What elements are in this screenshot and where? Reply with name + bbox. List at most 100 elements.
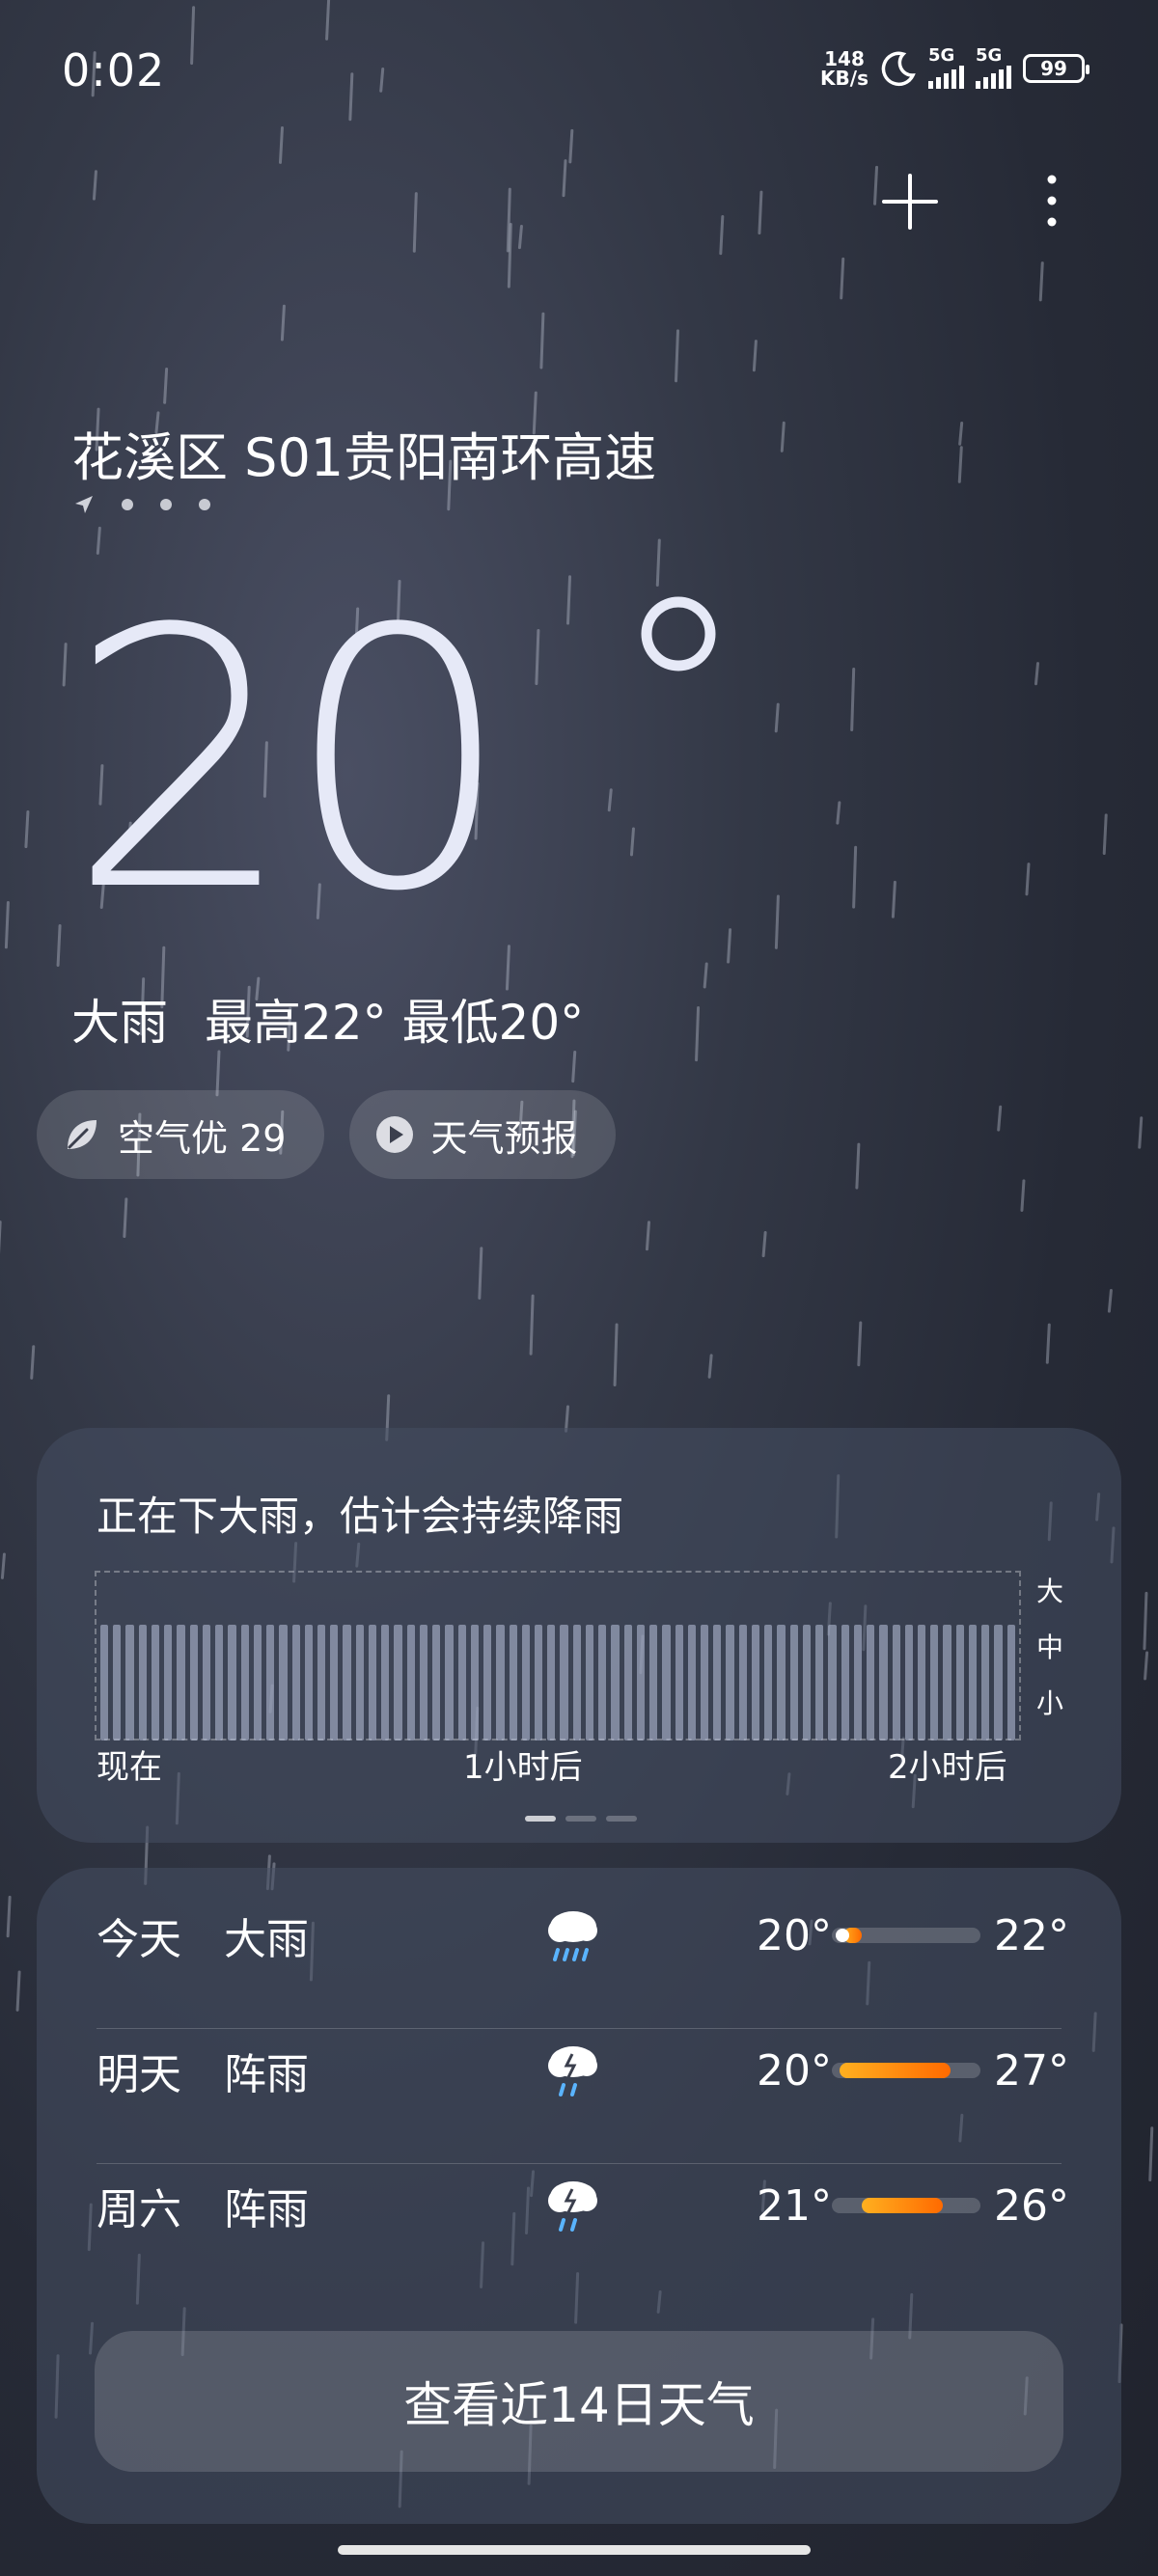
network-speed: 148 KB/s <box>820 49 868 88</box>
precip-bar <box>968 1625 978 1740</box>
status-bar: 0:02 148 KB/s 5G 5G 99 <box>0 39 1158 106</box>
precip-bar <box>317 1625 326 1740</box>
precipitation-headline: 正在下大雨，估计会持续降雨 <box>96 1493 624 1540</box>
forecast-desc: 大雨 <box>224 1915 309 1964</box>
rain-streak <box>1045 1323 1051 1364</box>
home-indicator[interactable] <box>338 2545 811 2555</box>
precip-bar <box>509 1625 517 1740</box>
rain-streak <box>412 192 418 253</box>
rain-streak <box>891 880 896 918</box>
rain-streak <box>703 962 708 989</box>
precip-bar <box>100 1625 109 1740</box>
tick-2h: 2小时后 <box>888 1748 1007 1787</box>
forecast-row-saturday[interactable]: 周六 阵雨 21° 26° <box>96 2138 1069 2273</box>
more-menu-icon[interactable] <box>1033 170 1071 232</box>
precip-bar <box>751 1625 760 1740</box>
forecast-desc: 阵雨 <box>224 2050 309 2099</box>
rain-streak <box>1020 1179 1026 1212</box>
rain-streak <box>478 1247 483 1300</box>
temp-range-fill <box>839 2063 951 2078</box>
precip-bar <box>483 1625 492 1740</box>
precip-bar <box>470 1625 480 1740</box>
rain-streak <box>571 1050 577 1083</box>
rain-streak <box>857 1321 863 1367</box>
view-14-day-button[interactable]: 查看近14日天气 <box>95 2331 1063 2472</box>
precip-bar <box>394 1625 402 1740</box>
current-location-icon <box>75 496 93 513</box>
precip-bar <box>841 1625 849 1740</box>
precip-bar <box>164 1625 173 1740</box>
precip-bar <box>879 1625 888 1740</box>
battery-level: 99 <box>1040 57 1067 80</box>
precip-bar <box>904 1625 913 1740</box>
rain-streak <box>506 187 511 253</box>
forecast-low: 20° <box>757 1910 832 1960</box>
forecast-video-chip[interactable]: 天气预报 <box>349 1090 617 1179</box>
rain-streak <box>758 190 763 235</box>
signal-sim2: 5G <box>976 45 1011 89</box>
rain-streak <box>727 928 732 964</box>
rain-streak <box>774 702 780 733</box>
condition-summary: 大雨 最高22° 最低20° <box>71 984 584 1054</box>
temp-range-fill <box>861 2198 944 2213</box>
sim2-network-label: 5G <box>976 45 1003 66</box>
precip-bar <box>368 1625 377 1740</box>
rain-streak <box>752 340 758 372</box>
forecast-low: 21° <box>757 2180 832 2231</box>
leaf-icon <box>68 1120 96 1149</box>
tick-now: 现在 <box>96 1748 162 1787</box>
rain-streak <box>957 446 963 483</box>
forecast-row-tomorrow[interactable]: 明天 阵雨 20° 27° <box>96 2003 1069 2138</box>
rain-streak <box>774 894 780 949</box>
precip-bar <box>279 1625 288 1740</box>
forecast-row-today[interactable]: 今天 大雨 20° 22° <box>96 1868 1069 2003</box>
precip-bar <box>981 1625 990 1740</box>
degree-symbol-icon <box>641 596 716 671</box>
rain-streak <box>719 215 725 256</box>
pager-dot <box>122 499 133 510</box>
precip-bar <box>138 1625 147 1740</box>
rain-streak <box>761 1230 767 1258</box>
precip-bar <box>764 1625 773 1740</box>
status-time: 0:02 <box>62 44 166 96</box>
rain-streak <box>562 159 567 198</box>
pager-dot <box>199 499 210 510</box>
rain-streak <box>1107 1289 1113 1313</box>
play-icon <box>376 1116 414 1153</box>
network-speed-unit: KB/s <box>820 67 868 90</box>
precip-bar <box>867 1625 875 1740</box>
precip-bar <box>560 1625 568 1740</box>
precip-bar <box>623 1625 632 1740</box>
temp-range-bar <box>832 2063 980 2078</box>
air-quality-chip[interactable]: 空气优 29 <box>37 1090 325 1179</box>
precip-bar <box>381 1625 390 1740</box>
precip-bar <box>611 1625 620 1740</box>
rain-streak <box>850 667 856 732</box>
rain-streak <box>1025 863 1031 896</box>
shower-icon <box>548 2181 597 2232</box>
rain-streak <box>852 845 858 909</box>
precip-bar <box>853 1625 863 1740</box>
precip-bar <box>457 1625 466 1740</box>
rain-streak <box>1102 813 1108 856</box>
precip-bar <box>943 1625 951 1740</box>
precipitation-card[interactable]: 正在下大雨，估计会持续降雨 大 中 小 现在 1小时后 2小时后 <box>37 1428 1121 1843</box>
forecast-card: 今天 大雨 20° 22° 明天 阵雨 20° 27° 周六 阵雨 21° 26… <box>37 1868 1121 2524</box>
rain-streak <box>529 1294 535 1356</box>
city-pager <box>73 494 210 515</box>
rain-streak <box>280 304 286 342</box>
rain-streak <box>1148 2126 1154 2182</box>
precip-bar <box>572 1625 581 1740</box>
air-quality-label: 空气优 29 <box>118 1116 287 1160</box>
precip-bar <box>930 1625 939 1740</box>
precip-bar <box>202 1625 211 1740</box>
rain-streak <box>215 1050 221 1097</box>
pager-dot <box>160 499 172 510</box>
location-title[interactable]: 花溪区 S01贵阳南环高速 <box>71 415 656 491</box>
precip-bar <box>113 1625 122 1740</box>
add-city-icon[interactable] <box>880 172 940 232</box>
rain-streak <box>780 421 786 452</box>
moon-icon <box>881 51 916 87</box>
signal-bars-icon <box>928 64 964 89</box>
precip-bar <box>253 1625 262 1740</box>
